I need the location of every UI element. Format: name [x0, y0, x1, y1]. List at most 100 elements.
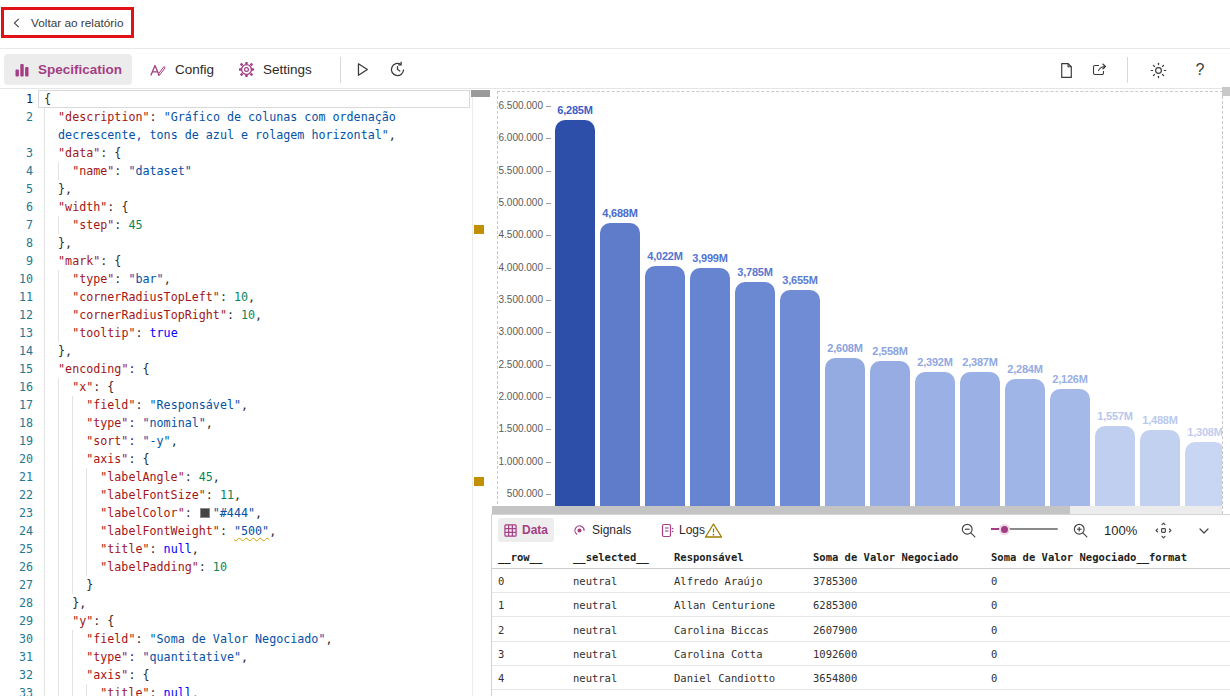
code-line[interactable]: 5}, — [0, 180, 490, 198]
chart-bar[interactable] — [1140, 430, 1180, 506]
tab-settings[interactable]: Settings — [228, 54, 322, 85]
code-line[interactable]: 32"axis": { — [0, 666, 490, 684]
code-line[interactable]: 7"step": 45 — [0, 216, 490, 234]
code-line[interactable]: 9"mark": { — [0, 252, 490, 270]
code-line[interactable]: 12"cornerRadiusTopRight": 10, — [0, 306, 490, 324]
back-button-label: Voltar ao relatório — [31, 16, 123, 30]
code-editor[interactable]: 1{2"description": "Gráfico de colunas co… — [0, 90, 490, 696]
code-line[interactable]: 25"title": null, — [0, 540, 490, 558]
code-line[interactable]: 8}, — [0, 234, 490, 252]
fit-to-view-icon[interactable] — [1154, 515, 1173, 546]
table-cell: 2 — [498, 618, 504, 642]
code-line[interactable]: 19"sort": "-y", — [0, 432, 490, 450]
zoom-slider-handle[interactable] — [999, 524, 1010, 535]
table-cell: neutral — [573, 618, 617, 642]
code-line[interactable]: 22"labelFontSize": 11, — [0, 486, 490, 504]
code-line[interactable]: 4"name": "dataset" — [0, 162, 490, 180]
chart-plot: 6,285M4,688M4,022M3,999M3,785M3,655M2,60… — [498, 92, 1222, 506]
chart-bar[interactable] — [915, 372, 955, 506]
help-icon[interactable]: ? — [1184, 54, 1216, 86]
table-cell: 3654800 — [813, 666, 857, 690]
table-cell: 1092600 — [813, 642, 857, 666]
chart-bar[interactable] — [960, 372, 1000, 506]
code-line[interactable]: 27} — [0, 576, 490, 594]
code-line[interactable]: 29"y": { — [0, 612, 490, 630]
code-line[interactable]: 21"labelAngle": 45, — [0, 468, 490, 486]
scrollbar-thumb[interactable] — [492, 506, 1070, 514]
zoom-level[interactable]: 100% — [1104, 515, 1137, 546]
text-edit-icon — [149, 62, 167, 78]
code-line[interactable]: 11"cornerRadiusTopLeft": 10, — [0, 288, 490, 306]
line-number: 30 — [0, 630, 33, 648]
chart-horizontal-scrollbar[interactable] — [492, 506, 1222, 514]
warning-icon[interactable] — [704, 515, 723, 546]
line-number: 4 — [0, 162, 33, 180]
code-line[interactable]: 30"field": "Soma de Valor Negociado", — [0, 630, 490, 648]
chart-bar[interactable] — [870, 361, 910, 506]
code-line[interactable]: 15"encoding": { — [0, 360, 490, 378]
code-line[interactable]: 20"axis": { — [0, 450, 490, 468]
code-line[interactable]: 1{ — [0, 90, 490, 108]
play-icon[interactable] — [347, 54, 379, 86]
chart-bar[interactable] — [600, 223, 640, 506]
code-line[interactable]: 33"title": null, — [0, 684, 490, 696]
table-cell: Allan Centurione — [674, 593, 775, 617]
code-line[interactable]: decrescente, tons de azul e rolagem hori… — [0, 126, 490, 144]
line-number: 13 — [0, 324, 33, 342]
chart-bar[interactable] — [1095, 426, 1135, 506]
code-line[interactable]: 31"type": "quantitative", — [0, 648, 490, 666]
chart-bar[interactable] — [1005, 379, 1045, 506]
bar-chart-icon — [14, 62, 30, 78]
line-number: 1 — [0, 90, 33, 108]
collapse-panel-icon[interactable] — [1196, 515, 1212, 546]
code-line[interactable]: 3"data": { — [0, 144, 490, 162]
history-icon[interactable] — [382, 54, 414, 86]
code-line[interactable]: 23"labelColor": "#444", — [0, 504, 490, 522]
tab-config[interactable]: Config — [139, 54, 224, 85]
toolbar-divider — [340, 57, 341, 83]
back-to-report-button[interactable]: Voltar ao relatório — [4, 16, 123, 30]
export-icon[interactable] — [1084, 54, 1116, 86]
code-line[interactable]: 2"description": "Gráfico de colunas com … — [0, 108, 490, 126]
line-number: 2 — [0, 108, 33, 126]
table-header-cell: Responsável — [674, 546, 744, 569]
chart-bar[interactable] — [825, 358, 865, 506]
chart-bar[interactable] — [690, 268, 730, 506]
tab-data[interactable]: Data — [498, 518, 554, 542]
code-line[interactable]: 13"tooltip": true — [0, 324, 490, 342]
chart-bar[interactable] — [1050, 389, 1090, 506]
chart-bar[interactable] — [1185, 442, 1222, 506]
line-number: 23 — [0, 504, 33, 522]
table-header-cell: Soma de Valor Negociado — [813, 546, 958, 569]
code-line[interactable]: 14}, — [0, 342, 490, 360]
code-line[interactable]: 17"field": "Responsável", — [0, 396, 490, 414]
zoom-in-icon[interactable] — [1072, 515, 1089, 546]
code-line[interactable]: 24"labelFontWeight": "500", — [0, 522, 490, 540]
tab-label: Logs — [679, 523, 705, 537]
data-grid-icon — [504, 524, 517, 537]
code-line[interactable]: 16"x": { — [0, 378, 490, 396]
theme-icon[interactable] — [1142, 54, 1174, 86]
zoom-out-icon[interactable] — [960, 515, 977, 546]
chart-bar[interactable] — [555, 120, 595, 506]
tab-signals[interactable]: Signals — [566, 518, 637, 542]
editor-scrollbar-thumb[interactable] — [471, 90, 490, 97]
code-line[interactable]: 10"type": "bar", — [0, 270, 490, 288]
code-line[interactable]: 6"width": { — [0, 198, 490, 216]
code-line[interactable]: 26"labelPadding": 10 — [0, 558, 490, 576]
line-number: 6 — [0, 198, 33, 216]
code-line[interactable]: 28}, — [0, 594, 490, 612]
tab-logs[interactable]: Logs — [654, 518, 711, 542]
table-cell: 0 — [991, 618, 997, 642]
tab-specification[interactable]: Specification — [4, 54, 132, 85]
bar-value-label: 6,285M — [534, 104, 616, 116]
line-number: 32 — [0, 666, 33, 684]
line-number: 21 — [0, 468, 33, 486]
new-document-icon[interactable] — [1050, 54, 1082, 86]
tab-label: Data — [522, 523, 548, 537]
code-line[interactable]: 18"type": "nominal", — [0, 414, 490, 432]
vertical-scrollbar-thumb[interactable] — [1222, 87, 1230, 96]
chart-bar[interactable] — [780, 290, 820, 506]
chart-bar[interactable] — [735, 282, 775, 506]
chart-bar[interactable] — [645, 266, 685, 506]
